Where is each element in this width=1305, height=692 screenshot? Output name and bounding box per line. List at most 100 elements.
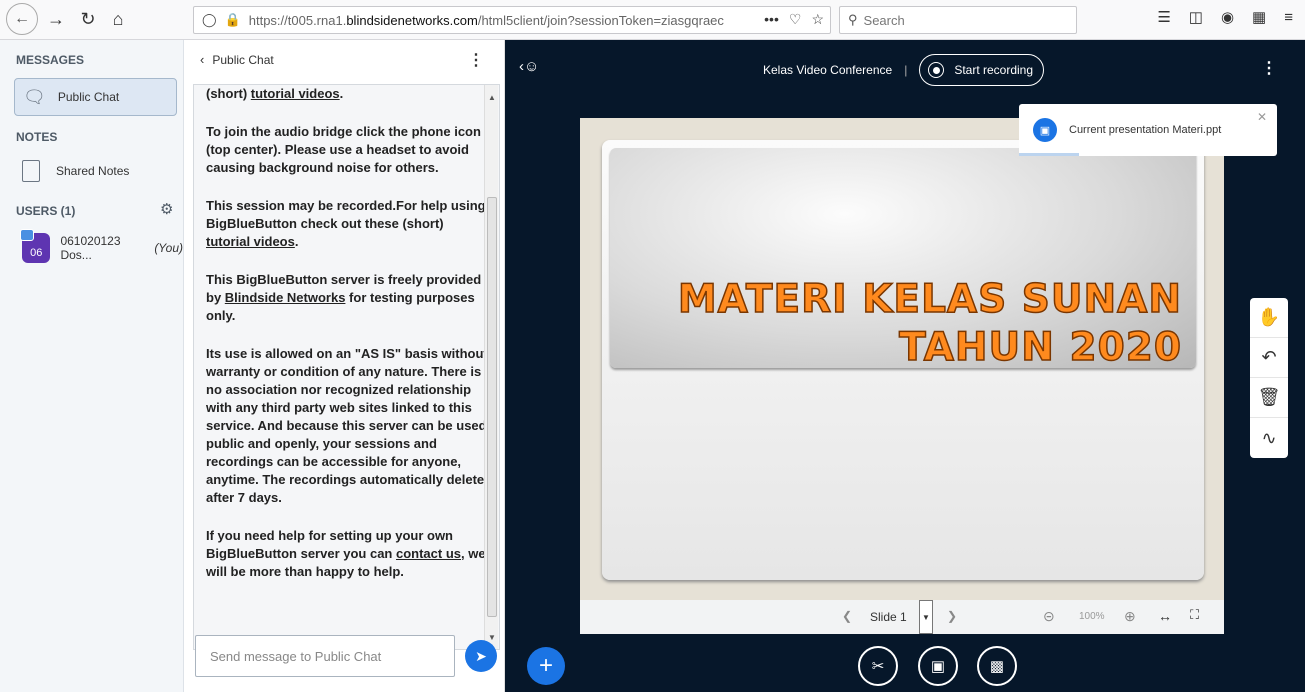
home-icon[interactable]: ⌂ <box>106 4 130 34</box>
hand-tool-icon[interactable]: ✋ <box>1250 298 1288 338</box>
conference-title: Kelas Video Conference <box>763 63 893 77</box>
chat-icon: 🗨 <box>23 86 46 107</box>
phone-off-icon: ✂ <box>871 658 885 675</box>
zoom-level[interactable]: 100% <box>1079 611 1105 622</box>
chat-message: This session may be recorded.For help us… <box>206 198 486 249</box>
toast-progress <box>1019 153 1079 156</box>
back-arrow-icon[interactable]: ← <box>6 3 38 35</box>
contact-link[interactable]: contact us <box>396 546 461 561</box>
record-icon <box>928 62 945 78</box>
chat-scrollbar[interactable]: ▲ ▼ <box>484 85 498 649</box>
url-actions: ••• ♡ ☆ <box>758 11 824 28</box>
screenshare-icon: ▩ <box>989 658 1005 675</box>
shared-notes-item[interactable]: Shared Notes <box>22 160 129 182</box>
presentation-icon: ▣ <box>1033 118 1057 142</box>
reload-icon[interactable]: ↻ <box>76 4 100 34</box>
chat-panel: ‹ Public Chat ⋮ (short) tutorial videos.… <box>184 40 505 692</box>
sidebar-icon[interactable]: ◫ <box>1189 8 1203 26</box>
previous-slide-icon[interactable]: ❮ <box>842 609 852 623</box>
chat-options-icon[interactable]: ⋮ <box>468 50 484 70</box>
user-list-panel: MESSAGES 🗨 Public Chat NOTES Shared Note… <box>0 40 184 692</box>
slide-select-dropdown[interactable]: ▼ <box>919 600 933 634</box>
tutorial-link[interactable]: tutorial videos <box>251 86 340 101</box>
plus-icon: + <box>538 652 553 679</box>
chat-message: If you need help for setting up your own… <box>206 528 486 579</box>
scroll-up-icon[interactable]: ▲ <box>488 93 496 102</box>
whiteboard-toolbar: ✋ ↶ 🗑 ∿ <box>1250 298 1288 458</box>
gear-icon[interactable]: ⚙ <box>160 200 173 218</box>
presentation-toast: ▣ Current presentation Materi.ppt ✕ <box>1019 104 1277 156</box>
send-button[interactable]: ➤ <box>465 640 497 672</box>
chat-title: Public Chat <box>212 52 274 67</box>
divider: | <box>904 63 908 77</box>
library-icon[interactable]: ☰ <box>1157 8 1170 26</box>
record-label: Start recording <box>954 63 1034 77</box>
public-chat-item[interactable]: 🗨 Public Chat <box>14 78 177 116</box>
notes-heading: NOTES <box>16 130 58 144</box>
bookmark-star-icon[interactable]: ☆ <box>811 11 824 28</box>
chat-back-button[interactable]: ‹ Public Chat <box>200 52 274 67</box>
share-screen-button[interactable]: ▩ <box>977 646 1017 686</box>
chat-message: (short) tutorial videos. <box>206 86 344 101</box>
scroll-thumb[interactable] <box>487 197 497 617</box>
user-name: 061020123 Dos... <box>60 234 121 262</box>
zoom-out-icon[interactable]: ⊝ <box>1043 608 1055 625</box>
tutorial-link[interactable]: tutorial videos <box>206 234 295 249</box>
account-icon[interactable]: ◉ <box>1221 8 1234 26</box>
browser-tools: ☰ ◫ ◉ ▦ ≡ <box>1157 8 1293 27</box>
chat-message: Its use is allowed on an "AS IS" basis w… <box>206 346 488 505</box>
slide-number: Slide 1 <box>870 610 907 624</box>
chat-messages: (short) tutorial videos. To join the aud… <box>193 84 500 650</box>
public-chat-label: Public Chat <box>57 90 120 104</box>
zoom-in-icon[interactable]: ⊕ <box>1124 608 1136 625</box>
actions-button[interactable]: + <box>527 647 565 685</box>
presentation-toolbar: ❮ Slide 1 ▼ ❯ ⊝ 100% ⊕ ↔ ⛶ <box>580 600 1224 634</box>
next-slide-icon[interactable]: ❯ <box>947 609 957 623</box>
slide-title: MATERI KELAS SUNAN TAHUN 2020 <box>677 276 1182 371</box>
browser-toolbar: ← → ↻ ⌂ ◯ 🔒 https://t005.rna1.blindsiden… <box>0 0 1305 40</box>
chat-message-input[interactable]: Send message to Public Chat <box>195 635 455 677</box>
chat-message: This BigBlueButton server is freely prov… <box>206 272 482 323</box>
chat-message: To join the audio bridge click the phone… <box>206 124 481 175</box>
slide: MATERI KELAS SUNAN TAHUN 2020 <box>602 140 1204 580</box>
close-icon[interactable]: ✕ <box>1257 110 1267 124</box>
slide-frame: MATERI KELAS SUNAN TAHUN 2020 <box>580 118 1224 600</box>
share-webcam-button[interactable]: ▣ <box>918 646 958 686</box>
extensions-icon[interactable]: ▦ <box>1252 8 1266 26</box>
user-item[interactable]: 06 061020123 Dos... (You) <box>20 229 183 263</box>
users-heading: USERS (1) <box>16 204 76 218</box>
user-you-label: (You) <box>154 241 183 255</box>
search-icon: ⚲ <box>848 12 858 27</box>
options-menu-icon[interactable]: ⋮ <box>1261 58 1277 78</box>
trash-icon[interactable]: 🗑 <box>1250 378 1288 418</box>
blindside-link[interactable]: Blindside Networks <box>225 290 346 305</box>
undo-icon[interactable]: ↶ <box>1250 338 1288 378</box>
menu-icon[interactable]: ≡ <box>1284 9 1293 26</box>
more-actions-icon[interactable]: ••• <box>764 11 779 28</box>
shield-icon[interactable]: ◯ <box>202 12 217 28</box>
multi-user-whiteboard-icon[interactable]: ∿ <box>1250 418 1288 458</box>
presentation-area: ‹☺ Kelas Video Conference | Start record… <box>505 40 1305 692</box>
pocket-icon[interactable]: ♡ <box>789 11 802 28</box>
presenter-icon <box>20 229 34 241</box>
video-off-icon: ▣ <box>930 658 946 675</box>
messages-heading: MESSAGES <box>16 53 85 67</box>
nav-bar: Kelas Video Conference | Start recording <box>763 54 1045 86</box>
fit-width-icon[interactable]: ↔ <box>1158 608 1172 624</box>
toast-message: Current presentation Materi.ppt <box>1069 124 1222 136</box>
shared-notes-label: Shared Notes <box>56 164 130 178</box>
avatar: 06 <box>20 229 51 263</box>
lock-icon[interactable]: 🔒 <box>225 12 241 28</box>
join-audio-button[interactable]: ✂ <box>858 646 898 686</box>
url-text: https://t005.rna1.blindsidenetworks.com/… <box>248 12 724 28</box>
scroll-down-icon[interactable]: ▼ <box>488 633 496 642</box>
search-input[interactable]: ⚲ Search <box>839 6 1077 34</box>
start-recording-button[interactable]: Start recording <box>919 54 1045 86</box>
address-bar[interactable]: ◯ 🔒 https://t005.rna1.blindsidenetworks.… <box>193 6 831 34</box>
forward-arrow-icon[interactable]: → <box>44 4 68 34</box>
toggle-userlist-icon[interactable]: ‹☺ <box>519 58 539 75</box>
chevron-left-icon: ‹ <box>200 52 205 67</box>
fullscreen-icon[interactable]: ⛶ <box>1190 607 1199 623</box>
notes-icon <box>22 160 40 182</box>
send-icon: ➤ <box>475 647 487 664</box>
